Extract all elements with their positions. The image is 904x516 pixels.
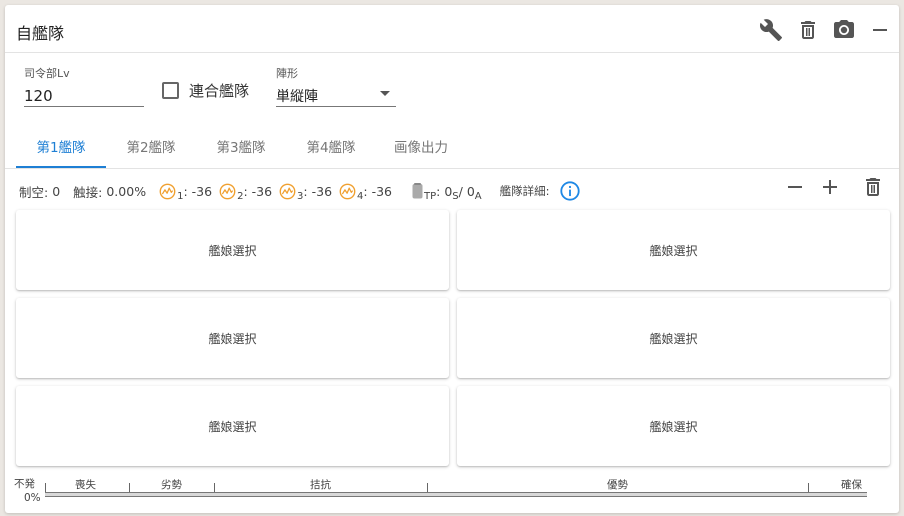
fleet-detail-label: 艦隊詳細:	[499, 184, 550, 198]
fleet-tabs: 第1艦隊 第2艦隊 第3艦隊 第4艦隊 画像出力	[16, 123, 466, 168]
air-state-label-parity: 拮抗	[310, 479, 331, 491]
air-state-label-supremacy: 確保	[841, 479, 862, 491]
cond-sub: 3	[297, 190, 304, 202]
checkbox-box[interactable]	[162, 81, 179, 99]
cond-value: : -36	[363, 183, 393, 199]
tab-fleet-3[interactable]: 第3艦隊	[196, 123, 286, 168]
cond-icon	[339, 183, 356, 200]
tab-fleet-1[interactable]: 第1艦隊	[16, 123, 106, 168]
formation-value: 単縦陣	[276, 89, 318, 105]
chevron-down-icon	[380, 91, 390, 96]
ship-slot-2[interactable]: 艦娘選択	[457, 210, 890, 290]
cond-value: : -36	[303, 183, 333, 199]
tp-a-value: / 0	[458, 183, 475, 199]
tab-fleet-4[interactable]: 第4艦隊	[286, 123, 376, 168]
air-state-bar	[45, 492, 867, 497]
fleet-card: 自艦隊 司令部Lv 連合艦隊 陣形 単縦陣 第1艦隊 第2艦隊 第3艦隊 第4艦…	[5, 5, 899, 513]
clear-fleet-trash-icon[interactable]	[861, 175, 885, 199]
cond-1: 1: -36	[159, 183, 213, 202]
minimize-icon[interactable]	[868, 18, 892, 42]
card-header: 自艦隊	[5, 5, 899, 53]
tab-image-output[interactable]: 画像出力	[376, 123, 466, 168]
combined-fleet-checkbox[interactable]: 連合艦隊	[162, 79, 249, 101]
cond-sub: 1	[177, 190, 184, 202]
card-title: 自艦隊	[16, 24, 65, 43]
cond-icon	[219, 183, 236, 200]
trash-icon[interactable]	[796, 18, 820, 42]
tp-stat: TP: 0S / 0A	[412, 183, 482, 202]
cond-2: 2: -36	[219, 183, 273, 202]
admiral-lv-label: 司令部Lv	[24, 67, 70, 80]
cond-sub: 4	[357, 190, 364, 202]
ship-slot-3[interactable]: 艦娘選択	[16, 298, 449, 378]
drum-canister-icon	[412, 183, 423, 199]
contact-value: 0.00%	[106, 183, 147, 199]
cond-sub: 2	[237, 190, 244, 202]
ship-slot-5[interactable]: 艦娘選択	[16, 386, 449, 466]
air-state-label-superiority: 優勢	[607, 479, 628, 491]
info-icon[interactable]	[559, 180, 581, 202]
cond-4: 4: -36	[339, 183, 393, 202]
ship-slot-4[interactable]: 艦娘選択	[457, 298, 890, 378]
combined-fleet-label: 連合艦隊	[189, 81, 250, 100]
tp-sub: TP	[424, 190, 437, 202]
air-state-label-denial: 劣勢	[161, 479, 182, 491]
cond-value: : -36	[183, 183, 213, 199]
camera-icon[interactable]	[832, 18, 856, 42]
ship-slot-1[interactable]: 艦娘選択	[16, 210, 449, 290]
air-state-label-loss: 喪失	[75, 479, 96, 491]
contact-label: 触接:	[73, 184, 103, 200]
tp-a-sub: A	[474, 190, 482, 202]
cond-icon	[159, 183, 176, 200]
tp-s-value: : 0	[436, 183, 453, 199]
plus-icon[interactable]	[818, 175, 842, 199]
cond-icon	[279, 183, 296, 200]
minus-icon[interactable]	[783, 175, 807, 199]
tabs-divider	[5, 168, 899, 169]
no-sortie-label: 不発	[14, 478, 35, 490]
tp-s-sub: S	[452, 190, 459, 202]
formation-select[interactable]: 単縦陣	[276, 81, 396, 107]
wrench-icon[interactable]	[759, 18, 783, 42]
air-state-percent: 0%	[24, 492, 41, 504]
cond-value: : -36	[243, 183, 273, 199]
admiral-lv-input[interactable]	[24, 81, 144, 107]
air-power-value: 0	[52, 183, 61, 199]
fleet-stats: 制空: 0 触接: 0.00% 1: -36 2: -36 3: -36 4: …	[19, 179, 581, 203]
air-power-label: 制空:	[19, 184, 49, 200]
cond-3: 3: -36	[279, 183, 333, 202]
tab-fleet-2[interactable]: 第2艦隊	[106, 123, 196, 168]
formation-label: 陣形	[276, 67, 298, 80]
ship-slot-6[interactable]: 艦娘選択	[457, 386, 890, 466]
